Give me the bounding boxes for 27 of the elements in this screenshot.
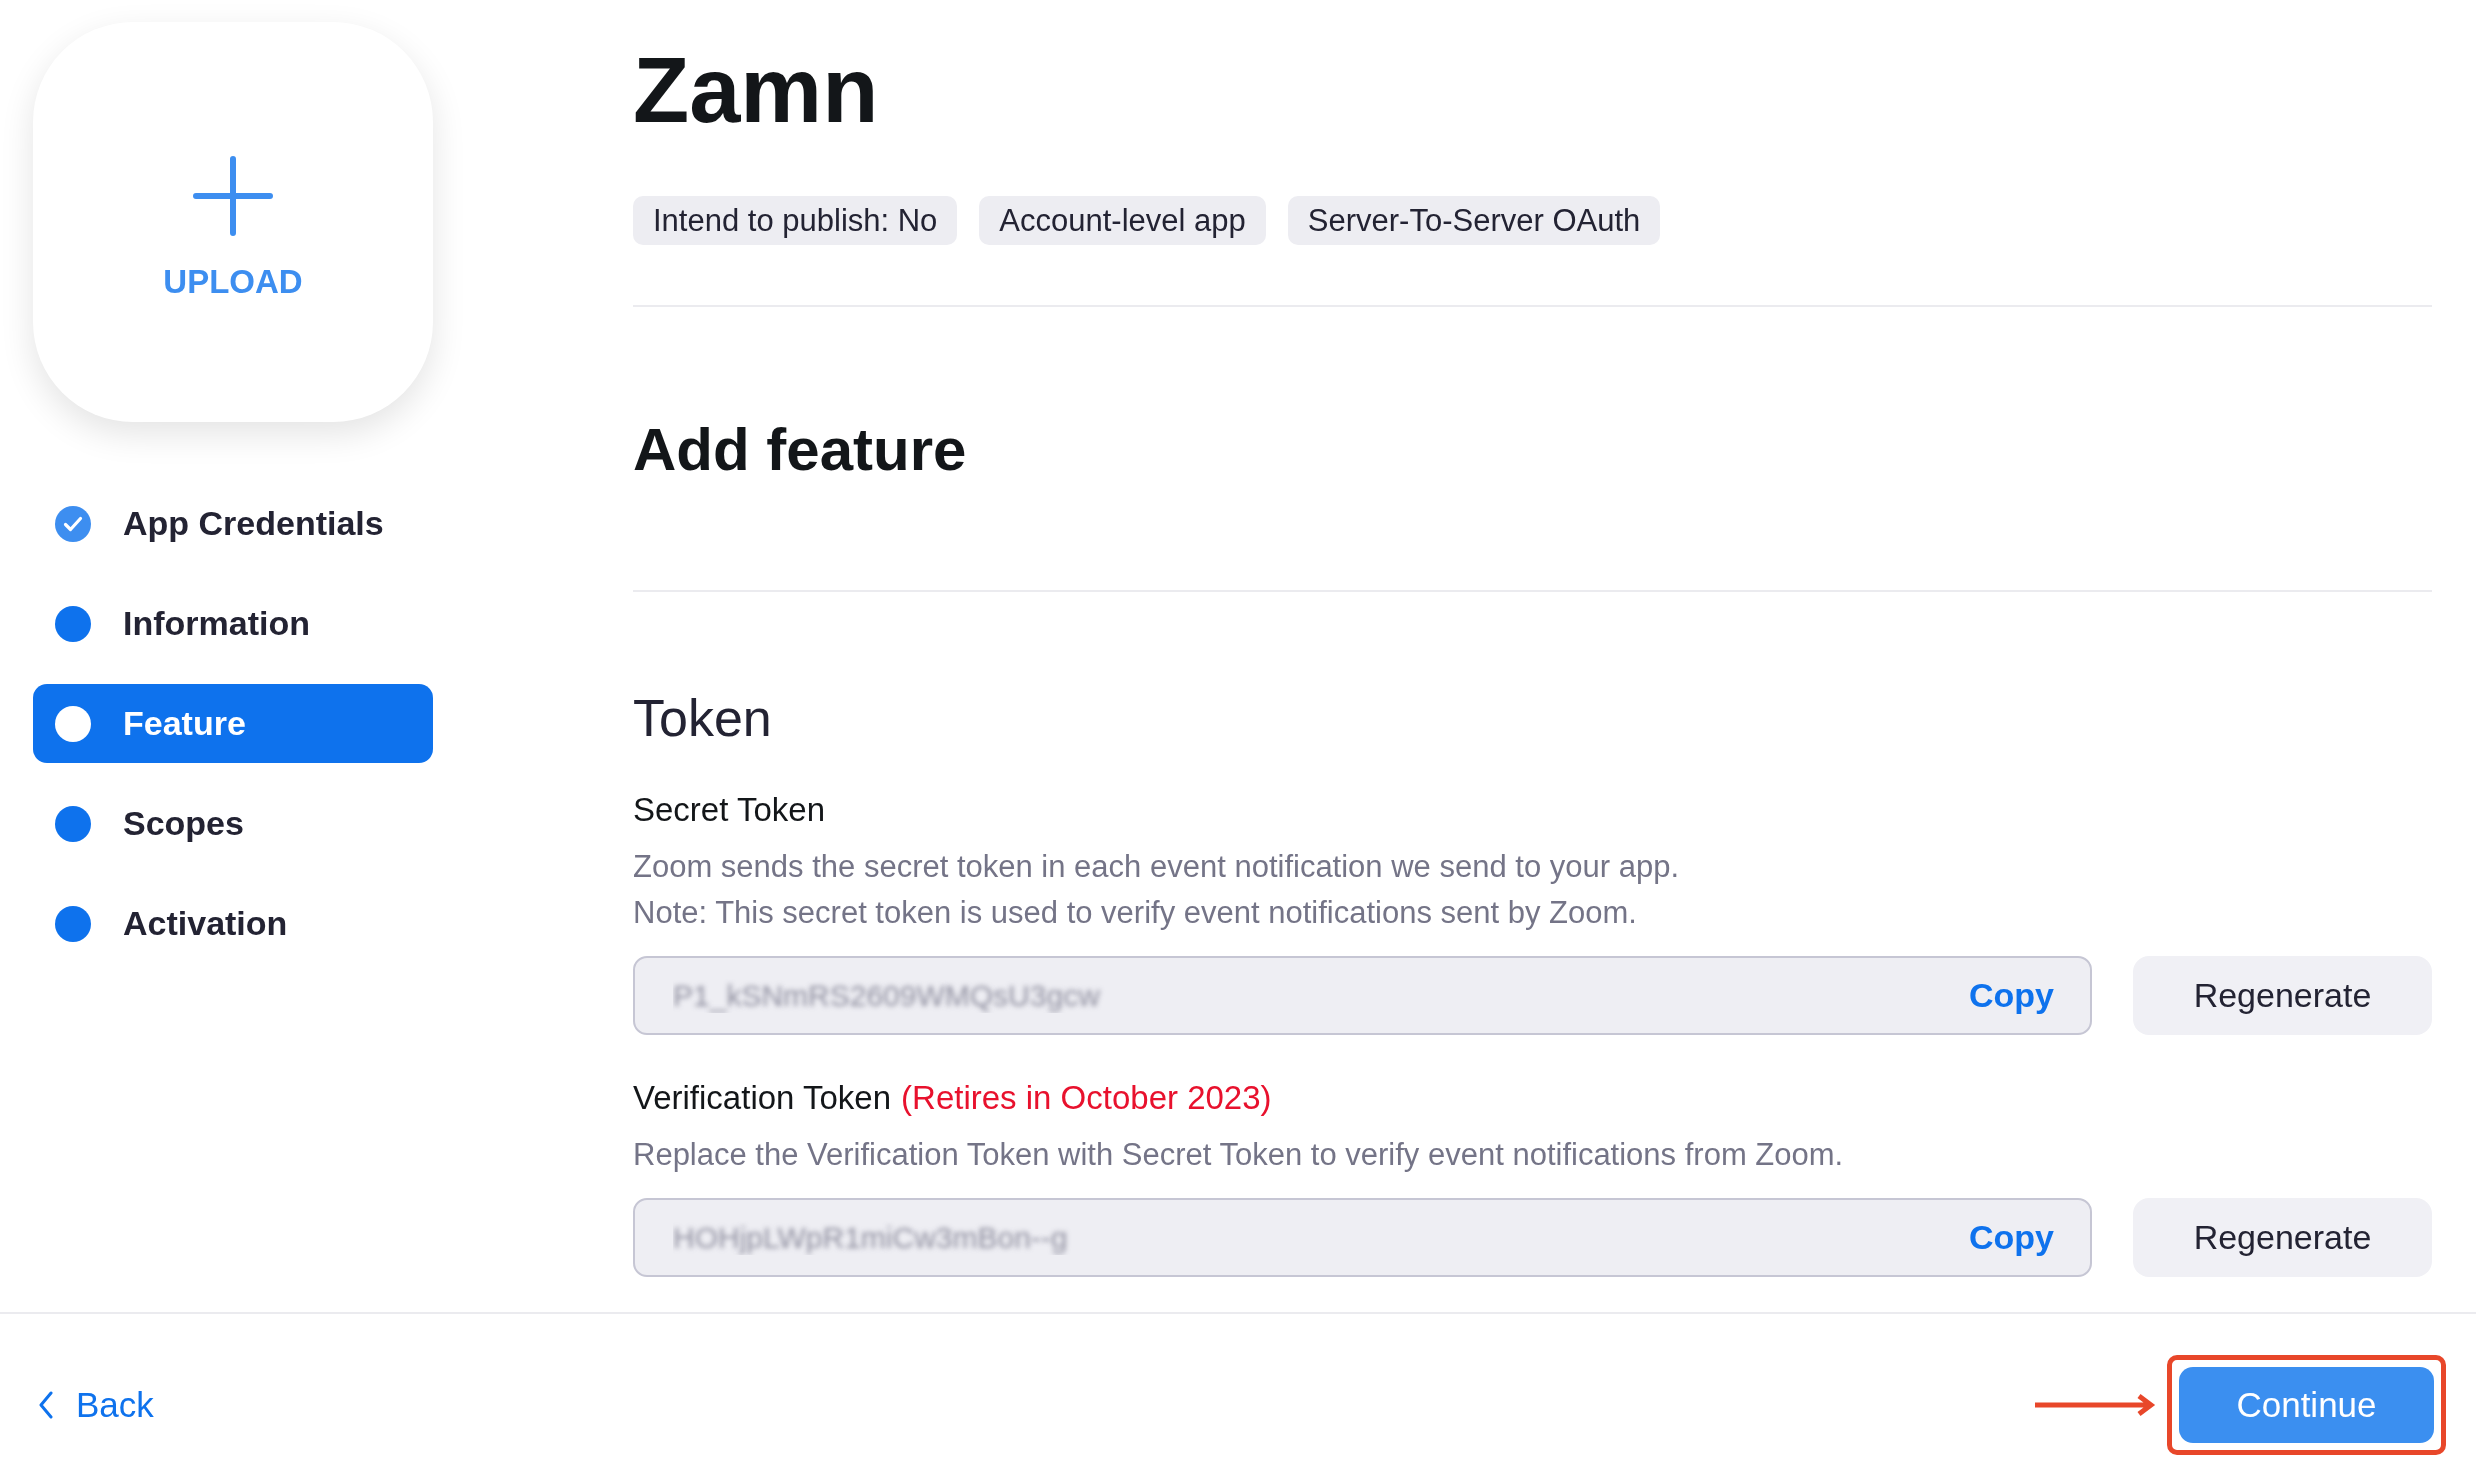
field-label: Secret Token xyxy=(633,790,825,830)
chevron-left-icon xyxy=(38,1391,54,1419)
upload-label: UPLOAD xyxy=(163,262,303,302)
copy-button[interactable]: Copy xyxy=(1953,968,2070,1023)
description-text: Note: This secret token is used to verify event notifications sent by Zoom. xyxy=(633,894,1637,932)
step-item[interactable]: Feature xyxy=(33,684,433,763)
app-tag: Server-To-Server OAuth xyxy=(1287,196,1661,245)
plus-icon xyxy=(193,156,273,236)
description-text: Replace the Verification Token with Secret Token to verify event notifications from Zoom. xyxy=(633,1136,1844,1174)
section-title: Add feature xyxy=(633,415,967,485)
step-item[interactable]: Activation xyxy=(33,884,433,963)
app-tag: Account-level app xyxy=(979,196,1266,245)
step-item[interactable]: App Credentials xyxy=(33,484,433,563)
app-title: Zamn xyxy=(633,40,879,140)
section-title: Token xyxy=(633,688,772,749)
copy-button[interactable]: Copy xyxy=(1953,1210,2070,1265)
field-label: Verification Token xyxy=(633,1078,892,1118)
continue-button[interactable]: Continue xyxy=(2179,1367,2434,1443)
back-link[interactable]: Back xyxy=(38,1385,154,1425)
step-item[interactable]: Information xyxy=(33,584,433,663)
description-text: Zoom sends the secret token in each event notification we send to your app. xyxy=(633,848,1679,886)
step-item[interactable]: Scopes xyxy=(33,784,433,863)
regenerate-button[interactable]: Regenerate xyxy=(2133,1198,2432,1277)
app-tag: Intend to publish: No xyxy=(633,196,958,245)
upload-card[interactable]: UPLOAD xyxy=(33,22,433,422)
regenerate-button[interactable]: Regenerate xyxy=(2133,956,2432,1035)
warning-text: (Retires in October 2023) xyxy=(901,1078,1272,1118)
